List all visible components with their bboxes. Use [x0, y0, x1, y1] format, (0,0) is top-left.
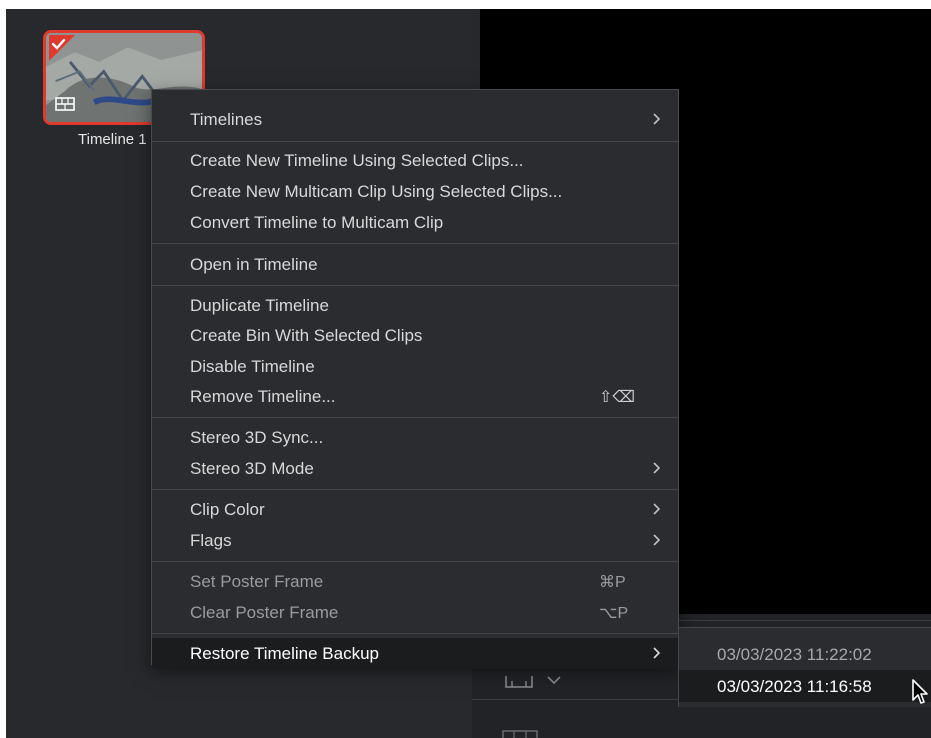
- menu-item-label: Duplicate Timeline: [190, 296, 329, 315]
- menu-item-label: Timelines: [190, 110, 263, 129]
- backup-item-label: 03/03/2023 11:16:58: [717, 677, 872, 696]
- menu-item-clip-color[interactable]: Clip Color: [152, 494, 678, 525]
- menu-item-label: Convert Timeline to Multicam Clip: [190, 213, 444, 232]
- menu-item-label: Stereo 3D Sync...: [190, 428, 324, 447]
- keyboard-shortcut: ⌘P: [599, 574, 626, 591]
- menu-item-set-poster-frame[interactable]: Set Poster Frame ⌘P: [152, 566, 678, 597]
- chevron-right-icon: [653, 503, 661, 515]
- context-menu: Timelines Create New Timeline Using Sele…: [151, 89, 679, 669]
- menu-item-label: Clear Poster Frame: [190, 603, 339, 622]
- menu-item-restore-timeline-backup[interactable]: Restore Timeline Backup: [152, 638, 678, 669]
- chevron-right-icon: [653, 113, 661, 125]
- menu-item-label: Set Poster Frame: [190, 572, 324, 591]
- menu-item-convert-to-multicam[interactable]: Convert Timeline to Multicam Clip: [152, 207, 678, 238]
- backup-submenu: 03/03/2023 11:22:02 03/03/2023 11:16:58: [678, 627, 931, 707]
- menu-item-label: Remove Timeline...: [190, 387, 336, 406]
- grid-icon[interactable]: [502, 727, 538, 738]
- menu-item-remove-timeline[interactable]: Remove Timeline... ⇧⌫: [152, 381, 678, 412]
- menu-item-create-new-timeline[interactable]: Create New Timeline Using Selected Clips…: [152, 145, 678, 176]
- chevron-right-icon: [653, 647, 661, 659]
- keyboard-shortcut: ⇧⌫: [599, 389, 636, 406]
- menu-separator: [152, 633, 678, 634]
- menu-item-create-bin[interactable]: Create Bin With Selected Clips: [152, 320, 678, 351]
- timeline-icon: [55, 97, 75, 111]
- chevron-right-icon: [653, 462, 661, 474]
- menu-item-timelines[interactable]: Timelines: [152, 104, 678, 135]
- menu-item-label: Flags: [190, 531, 232, 550]
- menu-separator: [152, 489, 678, 490]
- menu-separator: [152, 141, 678, 142]
- menu-separator: [152, 417, 678, 418]
- mouse-cursor-icon: [912, 679, 928, 704]
- menu-item-create-multicam-clip[interactable]: Create New Multicam Clip Using Selected …: [152, 176, 678, 207]
- menu-item-label: Stereo 3D Mode: [190, 459, 314, 478]
- menu-item-stereo-3d-sync[interactable]: Stereo 3D Sync...: [152, 422, 678, 453]
- menu-item-label: Restore Timeline Backup: [190, 644, 379, 663]
- backup-item[interactable]: 03/03/2023 11:22:02: [679, 638, 931, 670]
- chevron-down-icon[interactable]: [546, 672, 562, 688]
- menu-item-disable-timeline[interactable]: Disable Timeline: [152, 351, 678, 382]
- menu-item-label: Create New Multicam Clip Using Selected …: [190, 182, 563, 201]
- clip-name: Timeline 1: [78, 131, 147, 148]
- chevron-right-icon: [653, 534, 661, 546]
- menu-item-label: Create Bin With Selected Clips: [190, 326, 423, 345]
- menu-item-label: Clip Color: [190, 500, 265, 519]
- menu-item-label: Disable Timeline: [190, 357, 315, 376]
- menu-item-label: Open in Timeline: [190, 255, 318, 274]
- menu-separator: [152, 285, 678, 286]
- viewer-mode-icon[interactable]: [504, 672, 534, 690]
- menu-item-clear-poster-frame[interactable]: Clear Poster Frame ⌥P: [152, 597, 678, 628]
- menu-separator: [152, 243, 678, 244]
- menu-item-stereo-3d-mode[interactable]: Stereo 3D Mode: [152, 453, 678, 484]
- menu-item-open-in-timeline[interactable]: Open in Timeline: [152, 249, 678, 280]
- menu-item-label: Create New Timeline Using Selected Clips…: [190, 151, 524, 170]
- menu-item-flags[interactable]: Flags: [152, 525, 678, 556]
- backup-item[interactable]: 03/03/2023 11:16:58: [679, 670, 931, 702]
- menu-item-duplicate-timeline[interactable]: Duplicate Timeline: [152, 290, 678, 321]
- checkmark-icon: [49, 35, 75, 61]
- keyboard-shortcut: ⌥P: [599, 605, 629, 622]
- menu-separator: [152, 561, 678, 562]
- backup-item-label: 03/03/2023 11:22:02: [717, 645, 872, 664]
